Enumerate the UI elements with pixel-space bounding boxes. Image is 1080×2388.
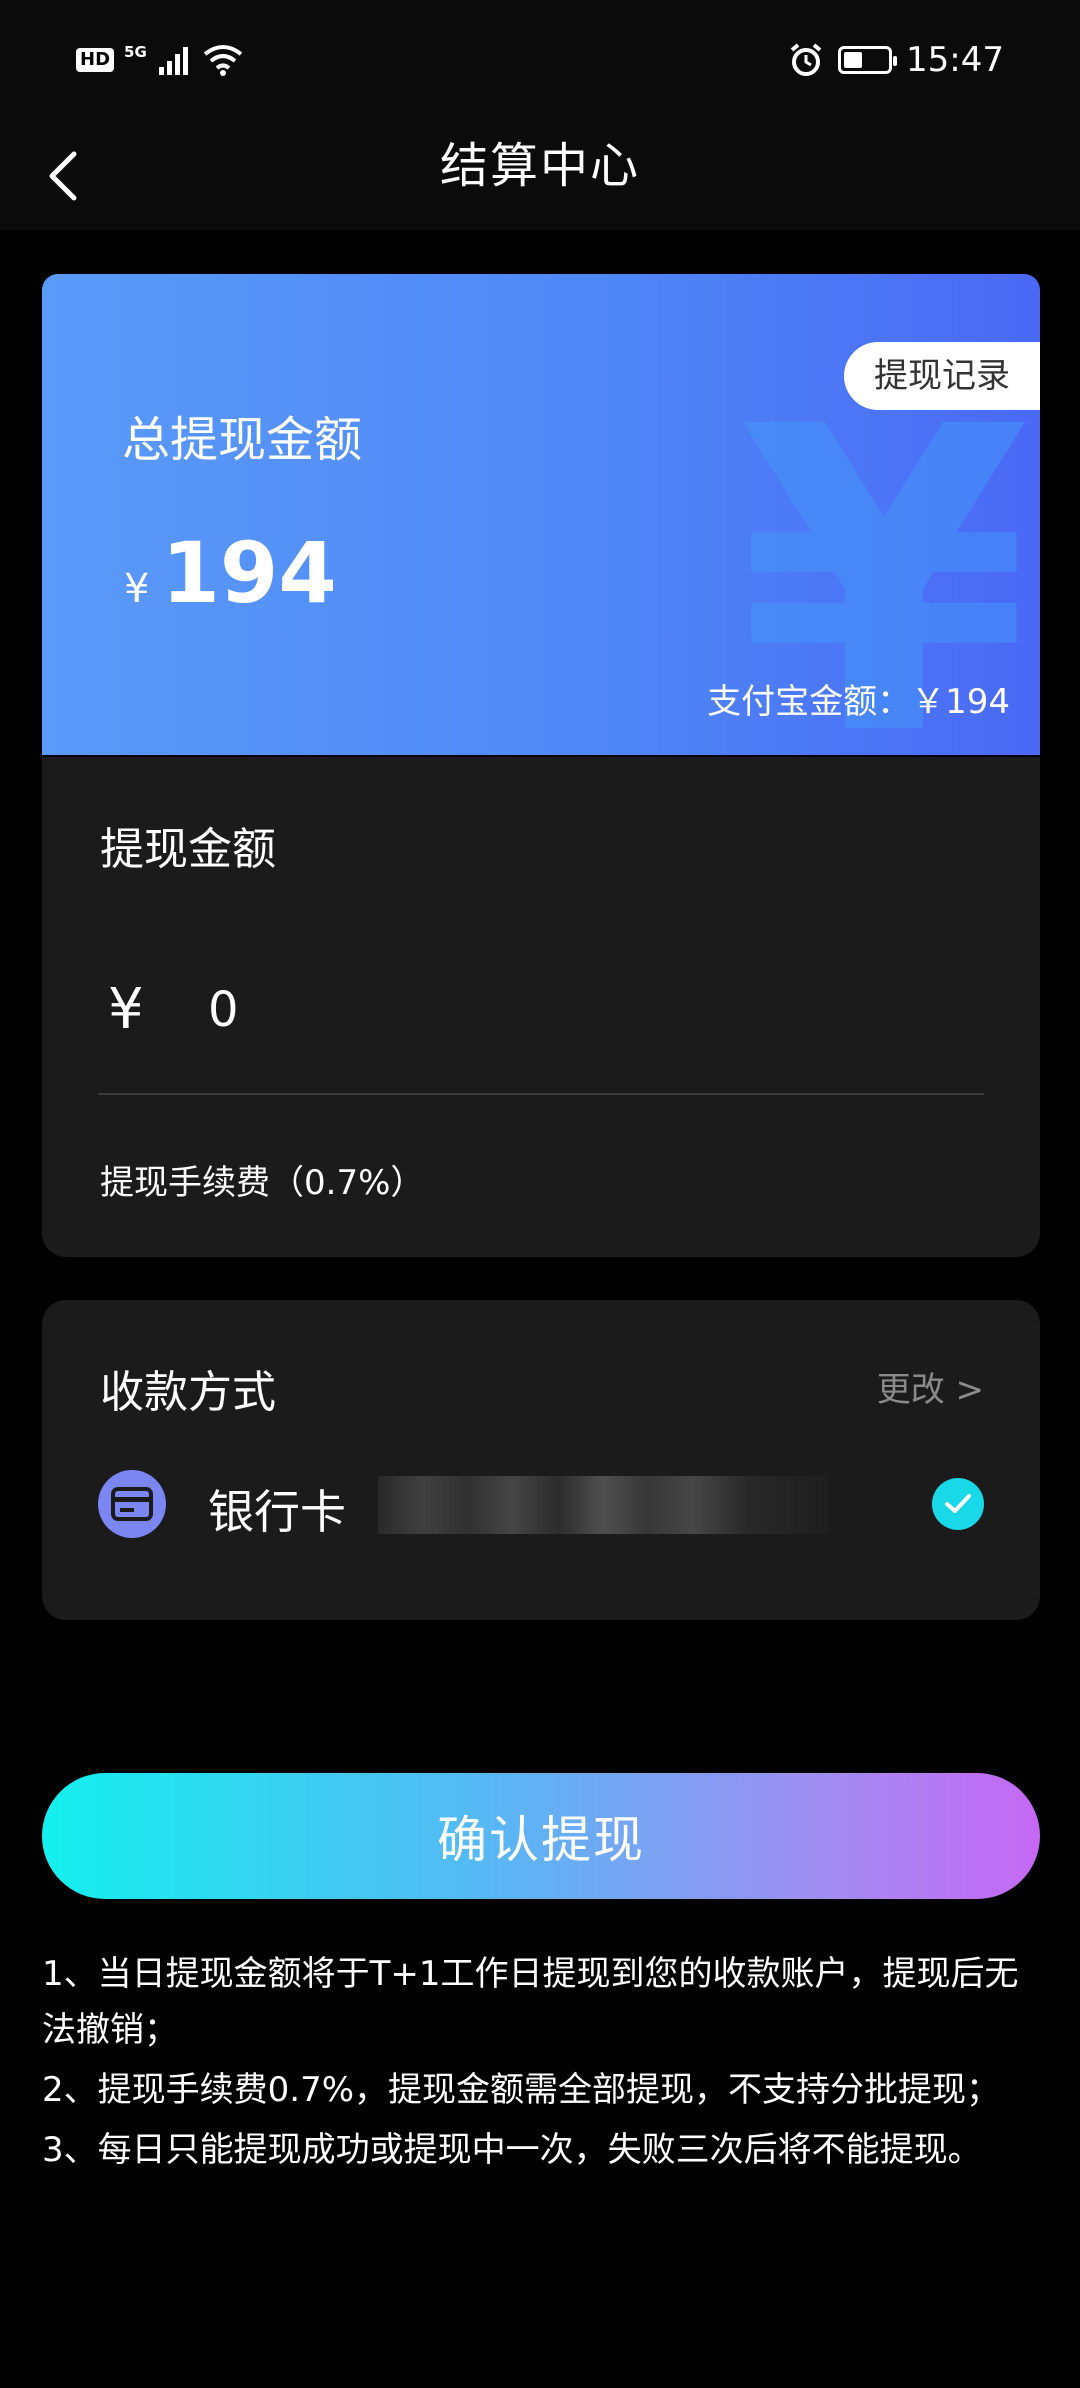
withdraw-currency-symbol: ¥ [108,977,144,1042]
status-bar: HD 5G 15:47 [0,0,1080,128]
navigation-header: 结算中心 [0,128,1080,230]
withdraw-amount-card: 提现金额 ¥ 提现手续费（0.7%） [42,757,1040,1257]
hd-icon: HD [76,48,115,72]
status-left: HD 5G [76,43,243,76]
divider [98,1093,984,1095]
page-title: 结算中心 [439,138,640,194]
total-withdraw-amount: ¥ 194 [124,524,337,622]
bank-card-label: 银行卡 [208,1485,346,1539]
currency-symbol: ¥ [124,566,150,612]
total-amount-value: 194 [161,524,337,622]
wifi-icon [203,45,242,76]
change-method-button[interactable]: 更改 > [877,1362,984,1411]
alipay-balance: 支付宝金额：￥194 [707,682,1010,722]
alarm-icon [790,43,822,76]
withdraw-record-button[interactable]: 提现记录 [844,342,1040,410]
selected-check-icon[interactable] [932,1478,984,1530]
payment-method-card: 收款方式 更改 > 银行卡 [42,1300,1040,1620]
signal-icon [158,47,188,75]
confirm-withdraw-button[interactable]: 确认提现 [42,1773,1040,1899]
balance-card: ¥ 提现记录 总提现金额 ¥ 194 支付宝金额：￥194 [42,274,1040,755]
status-right: 15:47 [788,40,1004,80]
network-type-label: 5G [124,43,147,61]
note-item: 3、每日只能提现成功或提现中一次，失败三次后将不能提现。 [42,2130,982,2170]
payment-method-title: 收款方式 [100,1367,276,1418]
note-item: 1、当日提现金额将于T+1工作日提现到您的收款账户，提现后无法撤销； [42,1954,1019,2050]
withdraw-amount-input[interactable] [206,975,806,1045]
status-time: 15:47 [906,40,1004,80]
battery-icon [838,46,898,74]
notes-list: 1、当日提现金额将于T+1工作日提现到您的收款账户，提现后无法撤销； 2、提现手… [42,1946,1042,2182]
withdraw-fee-text: 提现手续费（0.7%） [100,1163,425,1203]
withdraw-amount-title: 提现金额 [100,824,276,875]
total-withdraw-label: 总提现金额 [122,412,363,468]
note-item: 2、提现手续费0.7%，提现金额需全部提现，不支持分批提现； [42,2070,1001,2110]
masked-card-number [378,1476,828,1534]
bank-card-icon [98,1470,166,1538]
